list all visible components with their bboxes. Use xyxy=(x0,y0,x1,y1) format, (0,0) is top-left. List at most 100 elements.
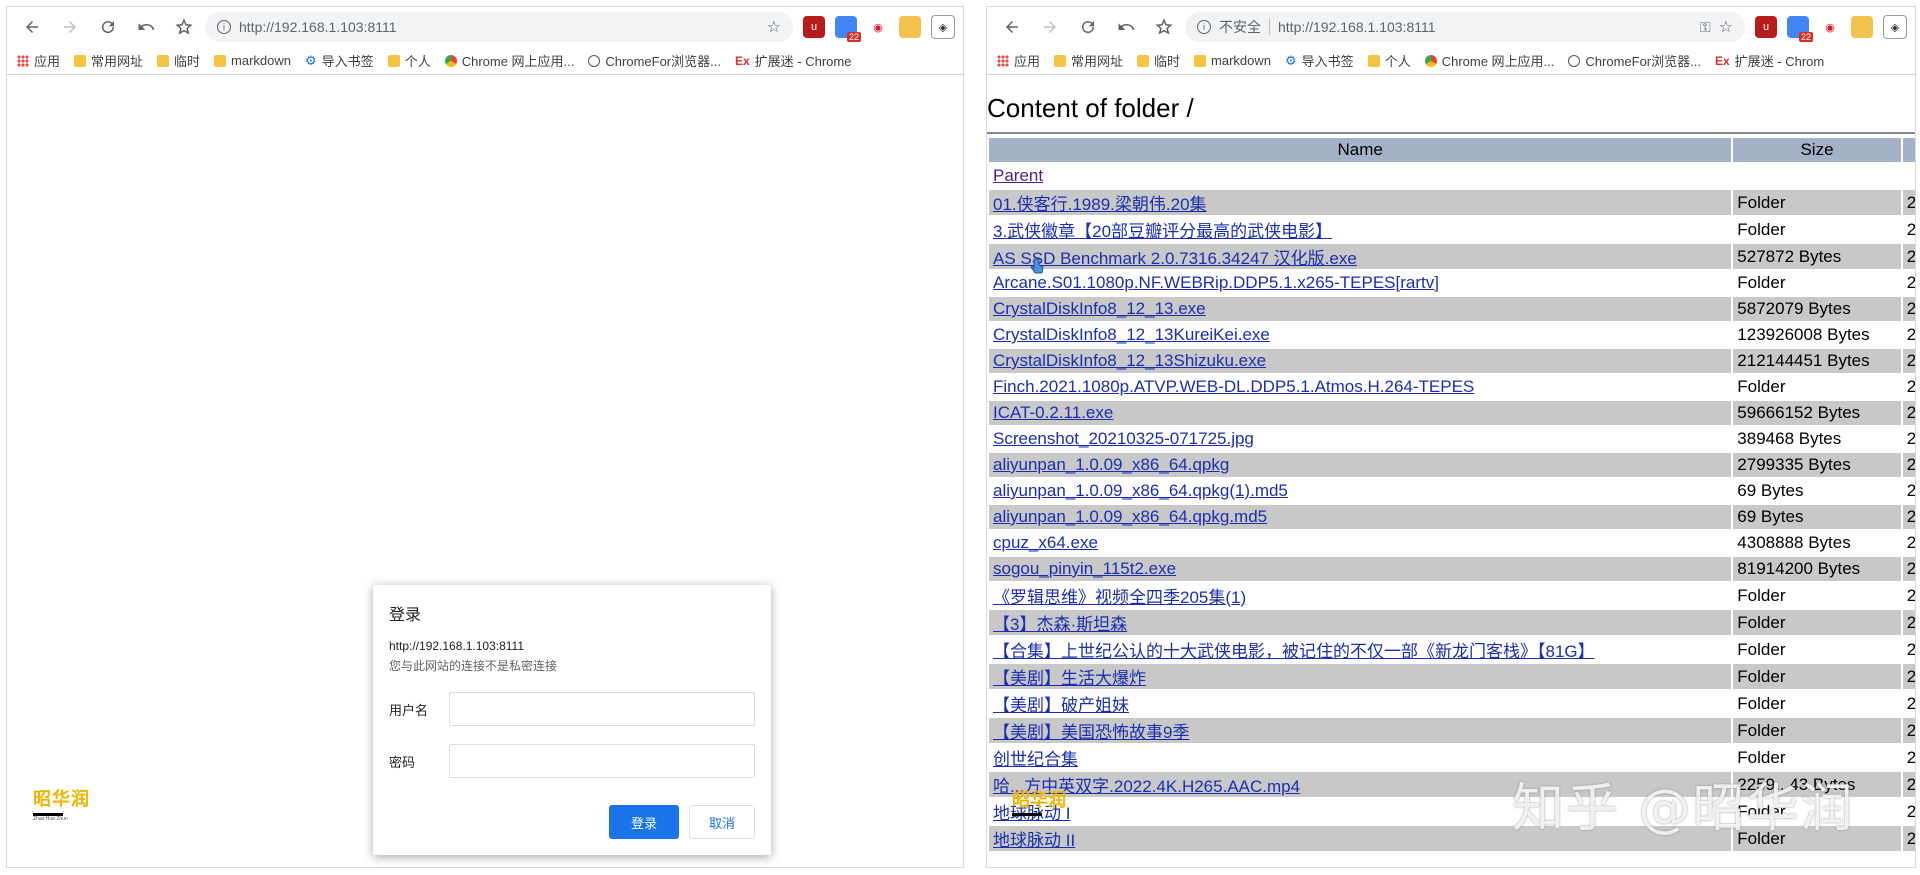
weibo-icon[interactable]: ◉ xyxy=(867,16,889,38)
date-cell: 2( xyxy=(1906,325,1916,344)
bookmark-item[interactable]: 常用网址 xyxy=(74,51,143,70)
file-link[interactable]: 《罗辑思维》视频全四季205集(1) xyxy=(993,588,1246,607)
address-bar[interactable]: i http://192.168.1.103:8111 ☆ xyxy=(205,12,793,42)
date-cell: 2( xyxy=(1906,585,1916,605)
file-link[interactable]: Arcane.S01.1080p.NF.WEBRip.DDP5.1.x265-T… xyxy=(993,273,1439,292)
address-bar[interactable]: i 不安全 http://192.168.1.103:8111 ⚿ ☆ xyxy=(1185,12,1745,42)
info-icon[interactable]: i xyxy=(1197,20,1211,34)
file-link[interactable]: cpuz_x64.exe xyxy=(993,533,1098,552)
bookmark-item[interactable]: Ex 扩展迷 - Chrom xyxy=(1715,51,1824,70)
file-link[interactable]: 【美剧】破产姐妹 xyxy=(993,696,1129,715)
reload-button[interactable] xyxy=(1071,11,1105,43)
bookmark-item[interactable]: 临时 xyxy=(157,51,200,70)
bookmark-item[interactable]: ⚙ 导入书签 xyxy=(305,51,374,70)
file-link[interactable]: 01.侠客行.1989.梁朝伟.20集 xyxy=(993,195,1207,214)
file-link[interactable]: CrystalDiskInfo8_12_13KureiKei.exe xyxy=(993,325,1270,344)
cancel-button[interactable]: 取消 xyxy=(689,805,755,839)
bookmark-item[interactable]: 常用网址 xyxy=(1054,51,1123,70)
star-icon[interactable]: ☆ xyxy=(767,17,781,37)
username-row: 用户名 xyxy=(389,692,755,726)
file-link[interactable]: CrystalDiskInfo8_12_13Shizuku.exe xyxy=(993,351,1266,370)
column-header-size[interactable]: Size xyxy=(1733,138,1901,162)
chrome-store-icon xyxy=(444,54,457,67)
date-cell: 2( xyxy=(1902,349,1915,373)
shield-icon[interactable]: ◈ xyxy=(1883,15,1907,39)
gear-icon: ⚙ xyxy=(1285,52,1297,68)
undo-button[interactable] xyxy=(1109,11,1143,43)
bookmark-item[interactable]: ⚙ 导入书签 xyxy=(1285,51,1354,70)
table-row: 01.侠客行.1989.梁朝伟.20集 Folder2( xyxy=(989,190,1915,215)
column-header-date[interactable] xyxy=(1902,138,1915,162)
file-link[interactable]: ICAT-0.2.11.exe xyxy=(993,403,1113,422)
username-input[interactable] xyxy=(449,692,755,726)
bookmark-item[interactable]: 应用 xyxy=(17,51,60,70)
bookmark-item[interactable]: markdown xyxy=(1194,53,1271,68)
parent-link[interactable]: Parent xyxy=(993,166,1043,185)
file-link[interactable]: 【美剧】生活大爆炸 xyxy=(993,669,1146,688)
file-link[interactable]: aliyunpan_1.0.09_x86_64.qpkg.md5 xyxy=(993,507,1267,526)
bookmark-item[interactable]: 个人 xyxy=(387,51,431,70)
bookmark-item[interactable]: Chrome 网上应用... xyxy=(444,51,574,70)
bookmark-star-button[interactable] xyxy=(167,11,201,43)
bookmark-item[interactable]: markdown xyxy=(214,53,291,68)
file-link[interactable]: sogou_pinyin_115t2.exe xyxy=(993,559,1176,578)
ublock-icon[interactable]: u xyxy=(1755,16,1777,38)
back-button[interactable] xyxy=(15,11,49,43)
column-header-name[interactable]: Name xyxy=(989,138,1732,162)
file-link[interactable]: Screenshot_20210325-071725.jpg xyxy=(993,429,1254,448)
bookmark-item[interactable]: 临时 xyxy=(1137,51,1180,70)
extension-badge-icon[interactable]: 22 xyxy=(835,16,861,42)
ublock-icon[interactable]: u xyxy=(803,16,825,38)
name-cell: 【美剧】破产姐妹 xyxy=(989,691,1731,716)
size-cell: Folder xyxy=(1737,273,1786,292)
hand-cursor-icon xyxy=(1030,258,1044,274)
file-link[interactable]: 3.武侠徽章【20部豆瓣评分最高的武侠电影】 xyxy=(993,222,1332,241)
shield-icon[interactable]: ◈ xyxy=(931,15,955,39)
login-button[interactable]: 登录 xyxy=(609,805,679,839)
file-link[interactable]: 【3】杰森·斯坦森 xyxy=(993,615,1127,634)
file-link[interactable]: 【合集】上世纪公认的十大武侠电影，被记住的不仅一部《新龙门客栈》【81G】 xyxy=(993,642,1595,661)
bookmark-item[interactable]: Chrome 网上应用... xyxy=(1424,51,1554,70)
file-link[interactable]: 地球脉动 II xyxy=(993,831,1075,850)
file-link[interactable]: aliyunpan_1.0.09_x86_64.qpkg xyxy=(993,455,1229,474)
file-link[interactable]: aliyunpan_1.0.09_x86_64.qpkg(1).md5 xyxy=(993,481,1288,500)
notes-icon[interactable] xyxy=(899,16,921,38)
table-row: Screenshot_20210325-071725.jpg 389468 Byt… xyxy=(989,427,1915,451)
forward-button[interactable] xyxy=(53,11,87,43)
back-button[interactable] xyxy=(995,11,1029,43)
bookmark-item[interactable]: ChromeFor浏览器... xyxy=(1568,51,1701,70)
key-icon[interactable]: ⚿ xyxy=(1700,19,1711,36)
bookmark-item[interactable]: Ex 扩展迷 - Chrome xyxy=(735,51,851,70)
bookmark-label: 扩展迷 - Chrom xyxy=(1734,54,1825,69)
username-label: 用户名 xyxy=(389,702,429,718)
file-link[interactable]: AS SSD Benchmark 2.0.7316.34247 汉化版.exe xyxy=(993,249,1357,268)
reload-button[interactable] xyxy=(91,11,125,43)
parent-row: Parent xyxy=(989,164,1915,188)
extension-badge-count: 22 xyxy=(846,32,861,42)
size-cell: Folder xyxy=(1733,190,1901,215)
extension-badge-icon[interactable]: 22 xyxy=(1787,16,1813,42)
info-icon[interactable]: i xyxy=(217,20,231,34)
file-link[interactable]: Finch.2021.1080p.ATVP.WEB-DL.DDP5.1.Atmo… xyxy=(993,377,1474,396)
folder-icon xyxy=(214,54,227,67)
weibo-icon[interactable]: ◉ xyxy=(1819,16,1841,38)
notes-icon[interactable] xyxy=(1851,16,1873,38)
bookmark-label: 导入书签 xyxy=(1301,54,1354,69)
bookmark-item[interactable]: 个人 xyxy=(1367,51,1411,70)
undo-icon xyxy=(138,23,155,30)
bookmark-item[interactable]: ChromeFor浏览器... xyxy=(588,51,721,70)
file-link[interactable]: CrystalDiskInfo8_12_13.exe xyxy=(993,299,1206,318)
file-link[interactable]: 【美剧】美国恐怖故事9季 xyxy=(993,723,1189,742)
password-input[interactable] xyxy=(449,744,755,778)
undo-button[interactable] xyxy=(129,11,163,43)
size-cell: Folder xyxy=(1733,610,1901,635)
forward-button[interactable] xyxy=(1033,11,1067,43)
bookmark-star-button[interactable] xyxy=(1147,11,1181,43)
file-link[interactable]: 创世纪合集 xyxy=(993,750,1078,769)
star-icon[interactable]: ☆ xyxy=(1719,17,1733,37)
date-cell: 2( xyxy=(1906,639,1916,659)
table-row: aliyunpan_1.0.09_x86_64.qpkg.md5 69 Bytes… xyxy=(989,505,1915,529)
brand-logo-text: 昭华润 xyxy=(33,789,90,810)
bookmark-item[interactable]: 应用 xyxy=(997,51,1040,70)
reload-icon xyxy=(1082,21,1095,34)
